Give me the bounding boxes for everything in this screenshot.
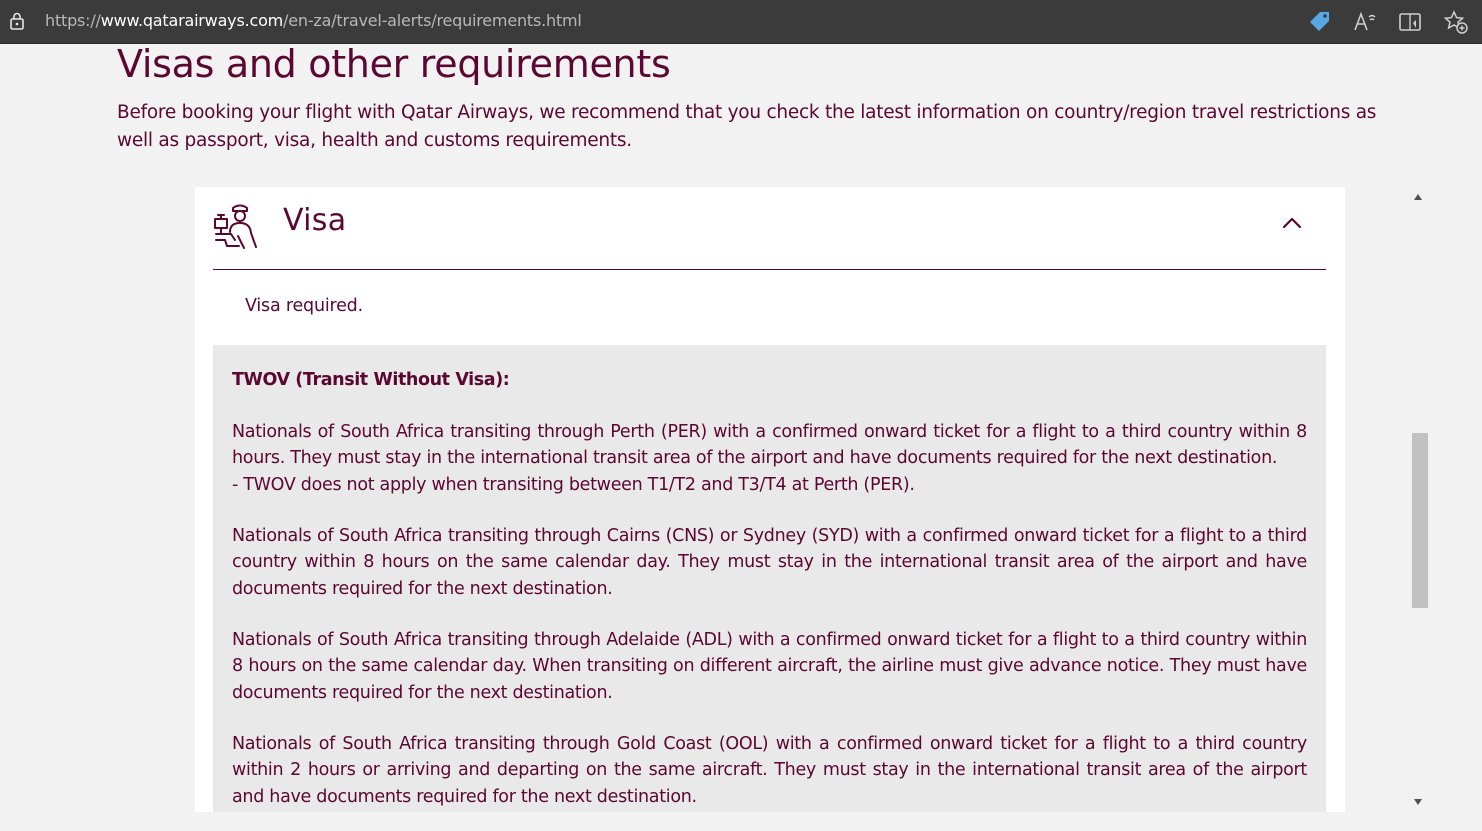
twov-paragraph-gold-coast: Nationals of South Africa transiting thr… bbox=[232, 734, 1307, 807]
requirements-scroll-area[interactable]: Visa Visa required. TWOV (Transit Withou… bbox=[195, 187, 1430, 812]
read-aloud-icon[interactable] bbox=[1352, 9, 1378, 35]
scroll-down-arrow-icon[interactable] bbox=[1414, 799, 1422, 805]
twov-exception-note: - TWOV does not apply when transiting be… bbox=[232, 474, 915, 495]
lock-icon[interactable] bbox=[9, 11, 25, 31]
twov-paragraph-perth: Nationals of South Africa transiting thr… bbox=[232, 419, 1307, 498]
add-favorite-icon[interactable] bbox=[1443, 9, 1469, 35]
browser-address-bar: https://www.qatarairways.com/en-za/trave… bbox=[0, 0, 1482, 44]
coupon-tag-icon[interactable] bbox=[1307, 9, 1333, 35]
chevron-up-icon[interactable] bbox=[1280, 214, 1304, 232]
url-path: /en-za/travel-alerts/requirements.html bbox=[283, 11, 582, 30]
scroll-up-arrow-icon[interactable] bbox=[1414, 194, 1422, 200]
visa-status-text: Visa required. bbox=[245, 296, 363, 316]
visa-officer-icon bbox=[214, 204, 257, 249]
twov-heading: TWOV (Transit Without Visa): bbox=[232, 370, 510, 390]
url-scheme: https:// bbox=[45, 11, 101, 30]
visa-accordion: Visa Visa required. TWOV (Transit Withou… bbox=[195, 187, 1345, 812]
twov-paragraph-cairns-sydney: Nationals of South Africa transiting thr… bbox=[232, 526, 1307, 599]
twov-paragraph-adelaide: Nationals of South Africa transiting thr… bbox=[232, 630, 1307, 703]
url-field[interactable]: https://www.qatarairways.com/en-za/trave… bbox=[45, 11, 582, 30]
intro-text: Before booking your flight with Qatar Ai… bbox=[117, 102, 1377, 151]
visa-section-title: Visa bbox=[283, 203, 347, 238]
url-host: www.qatarairways.com bbox=[100, 11, 284, 30]
immersive-reader-icon[interactable] bbox=[1398, 9, 1424, 35]
page-title: Visas and other requirements bbox=[117, 42, 671, 86]
visa-accordion-header[interactable]: Visa bbox=[213, 187, 1326, 270]
twov-paragraph-text: Nationals of South Africa transiting thr… bbox=[232, 422, 1307, 469]
scrollbar-thumb[interactable] bbox=[1412, 433, 1428, 608]
twov-info-box: TWOV (Transit Without Visa): Nationals o… bbox=[213, 345, 1326, 812]
vertical-scrollbar[interactable] bbox=[1410, 187, 1430, 812]
